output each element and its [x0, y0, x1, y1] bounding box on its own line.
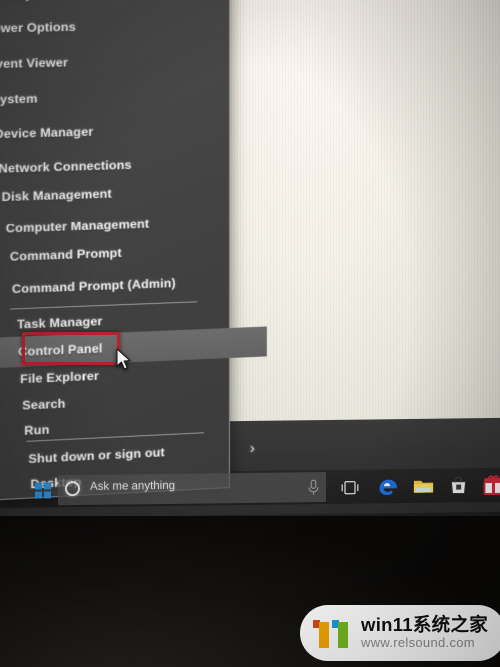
menu-item-label: File Explorer: [20, 368, 99, 387]
menu-item-label: Power Options: [0, 19, 76, 36]
microphone-icon[interactable]: [307, 479, 320, 496]
watermark: win11系统之家 www.relsound.com: [300, 605, 500, 661]
mouse-cursor-icon: [116, 348, 131, 370]
gift-icon[interactable]: [482, 474, 500, 497]
photo-of-monitor: Mobility Center Power Options Event View…: [0, 0, 500, 667]
menu-item-power-options[interactable]: Power Options: [0, 9, 234, 44]
menu-item-label: Run: [24, 422, 50, 438]
win11-logo-icon: [312, 617, 352, 649]
menu-item-event-viewer[interactable]: Event Viewer: [0, 44, 237, 80]
menu-item-label: Device Manager: [0, 124, 94, 142]
monitor-screen: Mobility Center Power Options Event View…: [0, 0, 500, 518]
taskbar-contents: Ask me anything: [0, 468, 500, 508]
menu-item-system[interactable]: System: [0, 79, 241, 115]
windows-logo-icon[interactable]: [35, 482, 51, 499]
menu-item-label: System: [0, 91, 38, 107]
menu-item-label: Computer Management: [5, 216, 150, 236]
search-placeholder-text: Ask me anything: [90, 479, 176, 493]
annotation-highlight-box: [22, 332, 120, 365]
menu-item-label: Task Manager: [17, 314, 103, 332]
menu-item-label: Mobility Center: [0, 0, 77, 2]
watermark-title: win11系统之家: [361, 614, 489, 636]
edge-icon[interactable]: [377, 475, 400, 498]
menu-item-label: Search: [22, 396, 66, 413]
chevron-right-icon: ›: [249, 439, 255, 457]
menu-item-label: Event Viewer: [0, 55, 69, 72]
menu-item-label: Command Prompt (Admin): [11, 276, 176, 297]
menu-item-label: Disk Management: [1, 186, 112, 205]
menu-item-command-prompt-admin[interactable]: Command Prompt (Admin): [0, 265, 261, 306]
menu-item-label: Network Connections: [0, 157, 132, 176]
winx-context-menu[interactable]: Mobility Center Power Options Event View…: [0, 0, 267, 502]
microsoft-store-icon[interactable]: [447, 474, 470, 497]
watermark-url: www.relsound.com: [361, 635, 475, 651]
task-view-icon[interactable]: [340, 481, 360, 495]
file-explorer-icon[interactable]: [412, 475, 435, 498]
menu-item-device-manager[interactable]: Device Manager: [0, 113, 244, 150]
menu-item-label: Command Prompt: [9, 245, 122, 264]
